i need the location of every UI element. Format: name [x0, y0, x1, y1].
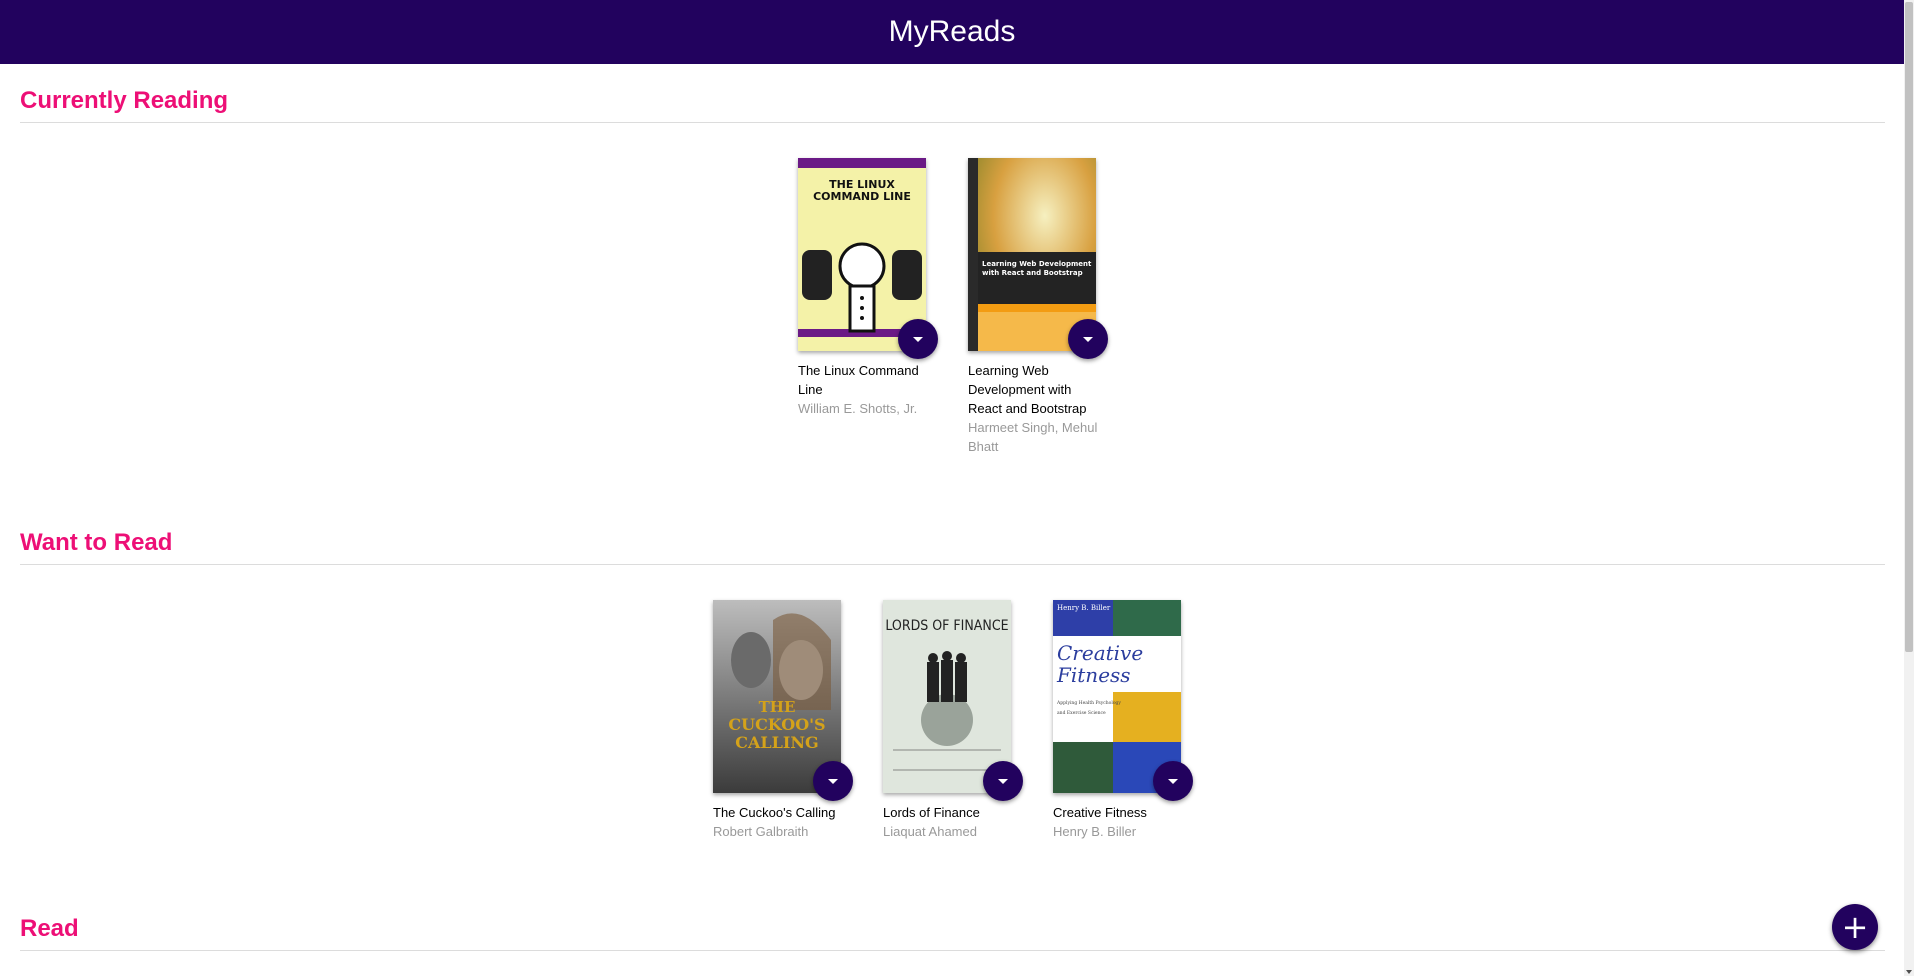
svg-text:Applying Health Psychology: Applying Health Psychology: [1056, 700, 1121, 706]
book-item: THE CUCKOO'S CALLING The Cuckoo's Callin…: [713, 600, 853, 841]
book-cover-react[interactable]: Learning Web Development with React and …: [968, 158, 1108, 359]
book-cover-cuckoo[interactable]: THE CUCKOO'S CALLING: [713, 600, 853, 801]
svg-text:Creative: Creative: [1057, 641, 1143, 665]
shelf-changer-button[interactable]: [1153, 761, 1193, 801]
book-title: Lords of Finance: [883, 805, 980, 820]
book-authors: Henry B. Biller: [1053, 824, 1137, 839]
svg-text:COMMAND LINE: COMMAND LINE: [813, 190, 911, 203]
book-authors: Robert Galbraith: [713, 824, 809, 839]
chevron-down-icon: [913, 336, 923, 342]
book-authors: William E. Shotts, Jr.: [798, 401, 918, 416]
chevron-down-icon: [1083, 336, 1093, 342]
svg-text:Henry B. Biller: Henry B. Biller: [1057, 604, 1111, 612]
book-authors: Harmeet Singh, Mehul Bhatt: [968, 420, 1098, 454]
scroll-down-icon[interactable]: [1906, 970, 1912, 974]
svg-text:LORDS OF FINANCE: LORDS OF FINANCE: [885, 618, 1008, 634]
shelf-read: Read: [20, 914, 1885, 951]
shelf-title: Read: [20, 914, 1885, 951]
shelf-want-to-read: Want to Read: [20, 528, 1885, 565]
svg-text:and Exercise Science: and Exercise Science: [1057, 710, 1106, 716]
shelf-title: Currently Reading: [20, 86, 1885, 123]
book-item: LORDS OF FINANCE Lords of Finance Liaqua…: [883, 600, 1023, 841]
shelf-changer-button[interactable]: [1068, 319, 1108, 359]
app-header: MyReads: [0, 0, 1904, 64]
shelf-changer-button[interactable]: [898, 319, 938, 359]
chevron-down-icon: [828, 778, 838, 784]
svg-text:CALLING: CALLING: [735, 733, 818, 752]
book-cover-fitness[interactable]: Henry B. Biller Creative Fitness Applyin…: [1053, 600, 1193, 801]
chevron-down-icon: [998, 778, 1008, 784]
add-book-button[interactable]: +: [1832, 904, 1878, 950]
svg-text:THE: THE: [759, 698, 796, 716]
book-title: The Linux Command Line: [798, 363, 919, 397]
shelf-currently-reading: Currently Reading: [20, 86, 1885, 123]
app-title: MyReads: [888, 15, 1016, 48]
scrollbar-thumb[interactable]: [1905, 2, 1913, 652]
book-authors: Liaquat Ahamed: [883, 824, 977, 839]
svg-text:Learning Web Development: Learning Web Development: [982, 260, 1092, 268]
book-title: Learning Web Development with React and …: [968, 363, 1087, 416]
book-cover-linux[interactable]: THE LINUX COMMAND LINE: [798, 158, 938, 359]
chevron-down-icon: [1168, 778, 1178, 784]
svg-text:Fitness: Fitness: [1056, 663, 1131, 687]
shelf-title: Want to Read: [20, 528, 1885, 565]
scrollbar[interactable]: [1904, 0, 1914, 976]
svg-text:CUCKOO'S: CUCKOO'S: [728, 715, 825, 734]
svg-text:with React and Bootstrap: with React and Bootstrap: [982, 269, 1083, 277]
plus-icon: +: [1841, 908, 1869, 946]
book-title: The Cuckoo's Calling: [713, 805, 836, 820]
book-item: Learning Web Development with React and …: [968, 158, 1108, 456]
book-item: Henry B. Biller Creative Fitness Applyin…: [1053, 600, 1193, 841]
book-cover-lords[interactable]: LORDS OF FINANCE: [883, 600, 1023, 801]
book-item: THE LINUX COMMAND LINE The Linux Command…: [798, 158, 938, 418]
book-title: Creative Fitness: [1053, 805, 1147, 820]
shelf-changer-button[interactable]: [813, 761, 853, 801]
shelf-changer-button[interactable]: [983, 761, 1023, 801]
